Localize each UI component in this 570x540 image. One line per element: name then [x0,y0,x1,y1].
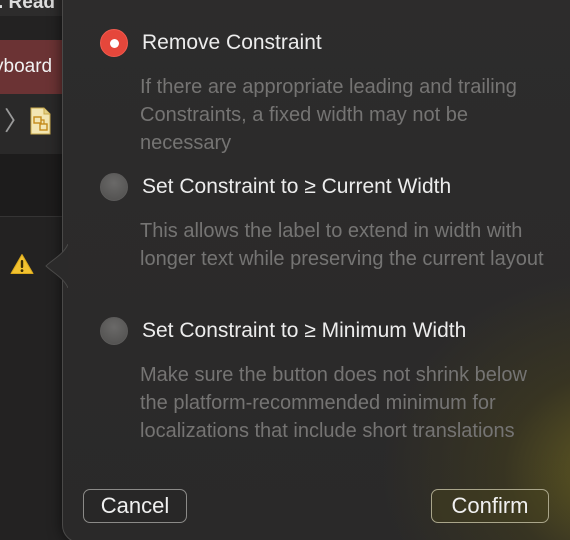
confirm-button[interactable]: Confirm [431,489,549,523]
option-label[interactable]: Set Constraint to ≥ Minimum Width [142,317,466,345]
option-description: Make sure the button does not shrink bel… [140,364,527,442]
storyboard-file-icon[interactable] [29,107,51,135]
radio-set-minimum-width[interactable] [100,317,128,345]
navigator-selected-item-label: yboard [0,56,53,77]
chevron-right-icon[interactable]: 〉 [4,108,30,134]
navigator-title-text: . Read [0,0,56,13]
option-label[interactable]: Remove Constraint [142,29,322,57]
app-window: . Read yboard 〉 Remove Con [0,0,570,540]
cancel-button[interactable]: Cancel [83,489,187,523]
warning-triangle-icon[interactable] [10,253,34,275]
radio-set-current-width[interactable] [100,173,128,201]
option-description: This allows the label to extend in width… [140,220,544,270]
option-label[interactable]: Set Constraint to ≥ Current Width [142,173,451,201]
popover-arrow [45,244,68,288]
radio-remove-constraint[interactable] [100,29,128,57]
option-description: If there are appropriate leading and tra… [140,76,517,154]
